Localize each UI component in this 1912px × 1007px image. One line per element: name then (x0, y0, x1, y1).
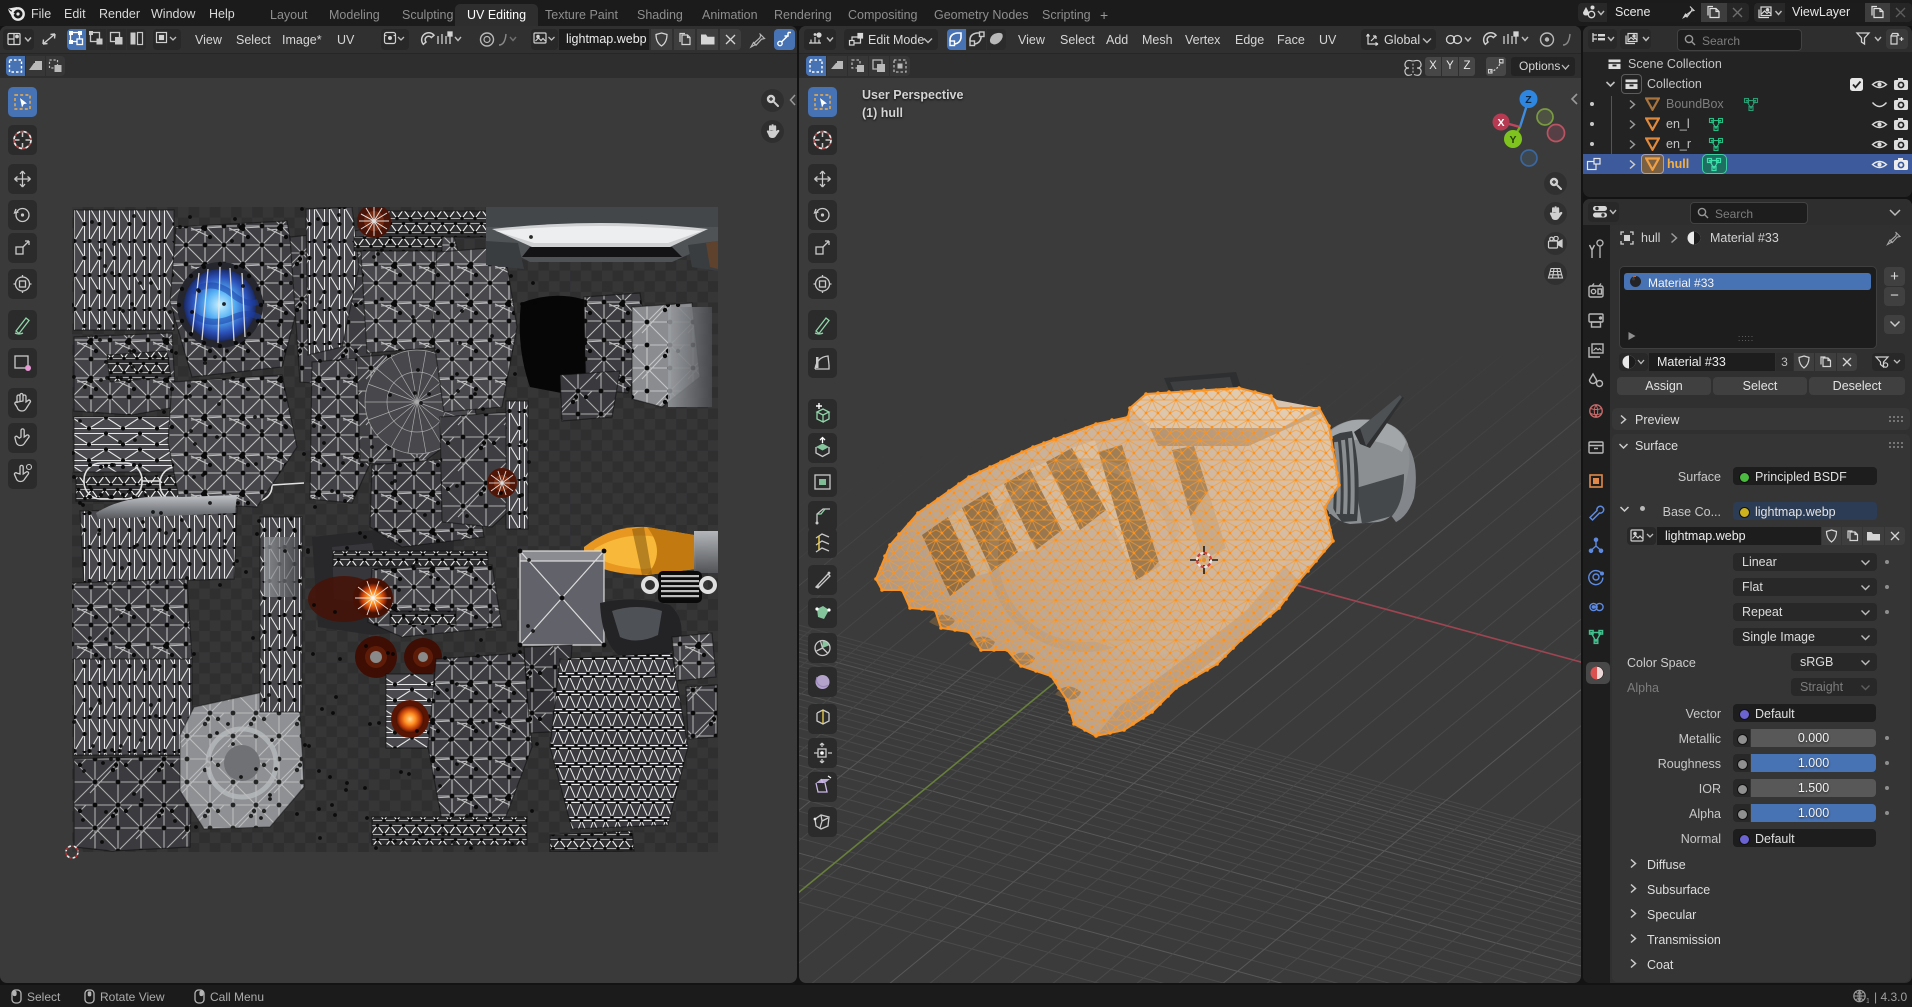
svg-text:Y: Y (1509, 134, 1516, 146)
svg-text:1: 1 (1866, 998, 1869, 1004)
svg-text:Z: Z (1525, 94, 1532, 106)
svg-text:X: X (1497, 117, 1504, 129)
